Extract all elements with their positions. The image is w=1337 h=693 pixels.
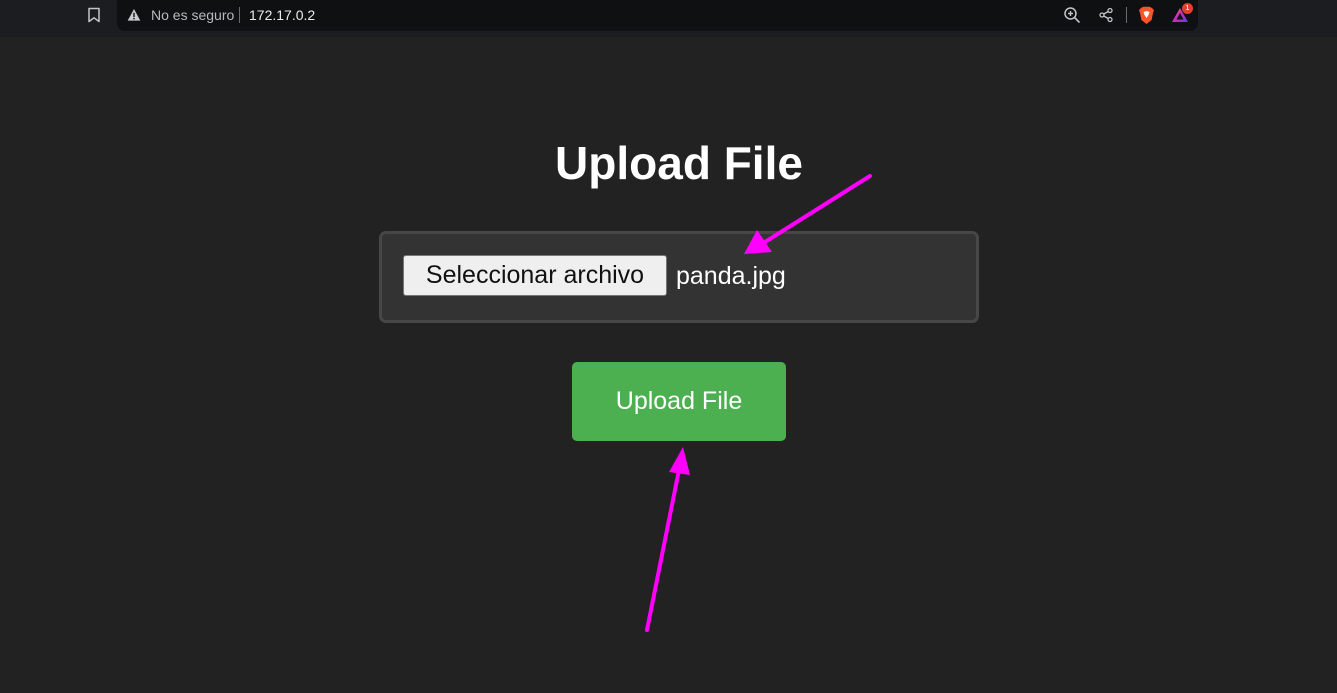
file-input-container: Seleccionar archivo panda.jpg bbox=[379, 231, 979, 323]
annotation-overlay bbox=[645, 174, 872, 632]
upload-file-button[interactable]: Upload File bbox=[572, 362, 786, 441]
choose-file-button[interactable]: Seleccionar archivo bbox=[403, 255, 667, 296]
zoom-icon[interactable] bbox=[1062, 5, 1082, 25]
security-status-label[interactable]: No es seguro bbox=[151, 7, 234, 23]
brave-rewards-icon[interactable]: 1 bbox=[1170, 3, 1193, 25]
bookmark-icon[interactable] bbox=[84, 5, 104, 25]
notification-badge: 1 bbox=[1182, 3, 1193, 14]
browser-toolbar: No es seguro 172.17.0.2 1 bbox=[0, 0, 1337, 37]
share-icon[interactable] bbox=[1096, 5, 1116, 25]
selected-file-name: panda.jpg bbox=[676, 262, 786, 290]
warning-icon[interactable] bbox=[127, 8, 141, 22]
address-bar[interactable]: No es seguro 172.17.0.2 1 bbox=[117, 0, 1198, 31]
url-separator bbox=[239, 7, 240, 23]
url-text[interactable]: 172.17.0.2 bbox=[249, 7, 315, 23]
annotation-arrow-upload-button bbox=[645, 447, 690, 632]
page-title: Upload File bbox=[555, 137, 803, 189]
toolbar-separator bbox=[1126, 7, 1127, 23]
brave-shields-icon[interactable] bbox=[1136, 5, 1156, 25]
